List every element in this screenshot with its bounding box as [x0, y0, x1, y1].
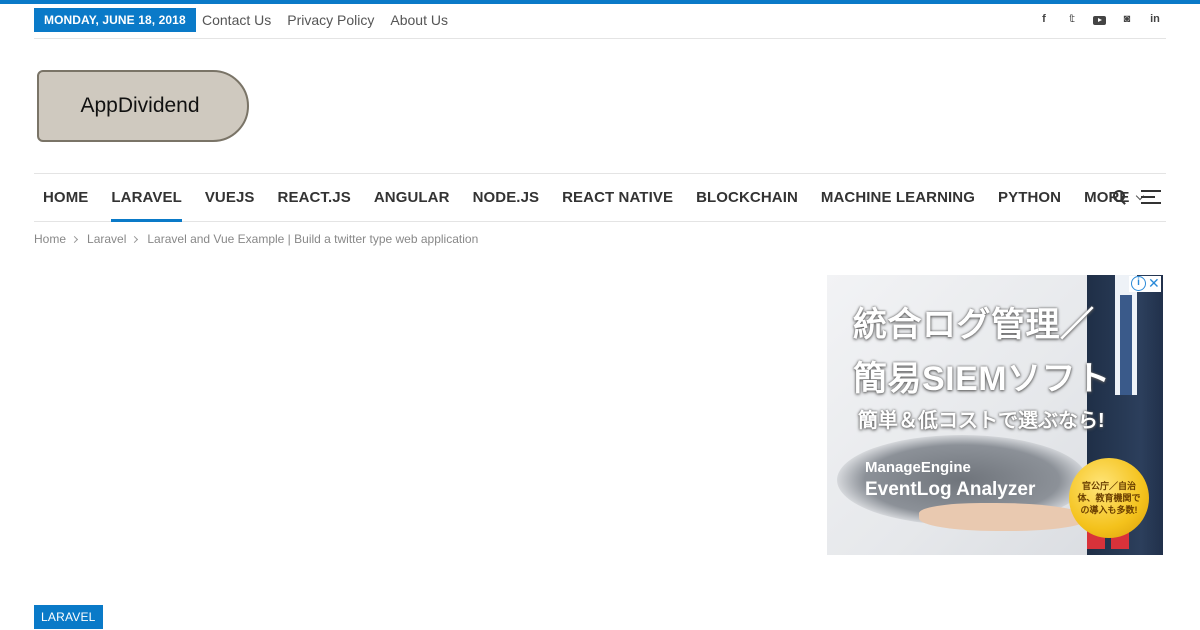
ad-headline-2: 簡易SIEMソフト: [853, 360, 1111, 398]
nav-items: HOME LARAVEL VUEJS REACT.JS ANGULAR NODE…: [43, 174, 1166, 222]
nav-item-angular[interactable]: ANGULAR: [374, 174, 450, 221]
search-icon[interactable]: [1113, 190, 1127, 204]
top-bar: MONDAY, JUNE 18, 2018 Contact Us Privacy…: [34, 4, 1166, 39]
social-links: f 𝕥 ◙ in: [1037, 12, 1162, 26]
youtube-icon[interactable]: [1093, 15, 1106, 25]
nav-item-home[interactable]: HOME: [43, 174, 88, 221]
site-logo[interactable]: AppDividend: [37, 70, 249, 142]
ad-subheadline: 簡単＆低コストで選ぶなら!: [858, 410, 1105, 432]
chevron-right-icon: [131, 235, 139, 243]
main-nav: HOME LARAVEL VUEJS REACT.JS ANGULAR NODE…: [34, 173, 1166, 222]
ad-controls: i ✕: [1129, 276, 1161, 292]
menu-icon[interactable]: [1141, 189, 1161, 205]
nav-item-reactjs[interactable]: REACT.JS: [278, 174, 351, 221]
github-icon[interactable]: ◙: [1120, 12, 1134, 26]
twitter-icon[interactable]: 𝕥: [1065, 12, 1079, 26]
nav-item-machine-learning[interactable]: MACHINE LEARNING: [821, 174, 975, 221]
date-badge: MONDAY, JUNE 18, 2018: [34, 8, 196, 32]
linkedin-icon[interactable]: in: [1148, 12, 1162, 26]
contact-us-link[interactable]: Contact Us: [202, 12, 271, 28]
ad-medal-text: 官公庁／自治体、教育機関での導入も多数!: [1077, 481, 1141, 515]
breadcrumb-home[interactable]: Home: [34, 232, 66, 246]
privacy-policy-link[interactable]: Privacy Policy: [287, 12, 374, 28]
ad-open-hand: [919, 503, 1089, 531]
about-us-link[interactable]: About Us: [390, 12, 448, 28]
category-tag[interactable]: LARAVEL: [34, 605, 103, 629]
facebook-icon[interactable]: f: [1037, 12, 1051, 26]
nav-item-python[interactable]: PYTHON: [998, 174, 1061, 221]
nav-item-laravel[interactable]: LARAVEL: [111, 174, 183, 222]
top-links: Contact Us Privacy Policy About Us: [202, 12, 448, 28]
close-icon[interactable]: ✕: [1148, 276, 1160, 292]
breadcrumb-laravel[interactable]: Laravel: [87, 232, 126, 246]
chevron-right-icon: [70, 235, 79, 243]
nav-item-blockchain[interactable]: BLOCKCHAIN: [696, 174, 798, 221]
breadcrumb-current: Laravel and Vue Example | Build a twitte…: [147, 232, 479, 246]
ad-tie: [1120, 295, 1132, 395]
ad-brand-name: ManageEngine: [865, 459, 971, 476]
nav-item-vuejs[interactable]: VUEJS: [205, 174, 255, 221]
nav-item-nodejs[interactable]: NODE.JS: [473, 174, 540, 221]
ad-headline-1: 統合ログ管理／: [853, 306, 1095, 344]
ad-medal: 官公庁／自治体、教育機関での導入も多数!: [1069, 458, 1149, 538]
ad-info-icon[interactable]: i: [1131, 276, 1146, 291]
breadcrumb: Home Laravel Laravel and Vue Example | B…: [34, 232, 478, 246]
nav-item-react-native[interactable]: REACT NATIVE: [562, 174, 673, 221]
advertisement-banner[interactable]: 統合ログ管理／ 簡易SIEMソフト 簡単＆低コストで選ぶなら! ManageEn…: [827, 275, 1163, 555]
site-logo-text: AppDividend: [80, 94, 200, 117]
ad-product-name: EventLog Analyzer: [865, 479, 1036, 500]
